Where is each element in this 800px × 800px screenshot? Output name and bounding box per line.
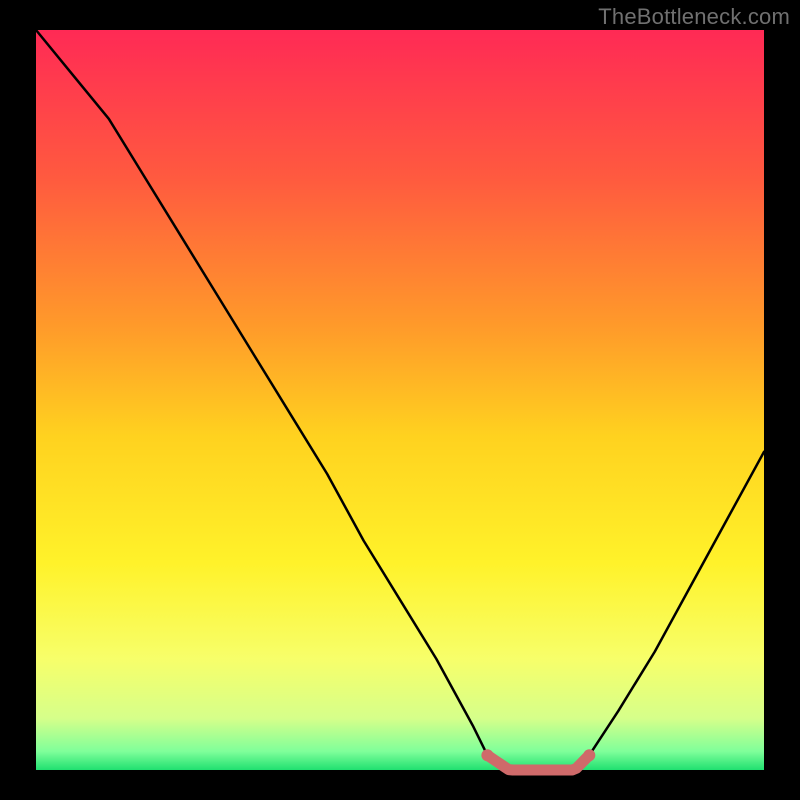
- chart-container: TheBottleneck.com: [0, 0, 800, 800]
- plot-background: [36, 30, 764, 770]
- highlight-endpoint: [481, 749, 493, 761]
- highlight-endpoint: [583, 749, 595, 761]
- chart-svg: [0, 0, 800, 800]
- watermark-text: TheBottleneck.com: [598, 4, 790, 30]
